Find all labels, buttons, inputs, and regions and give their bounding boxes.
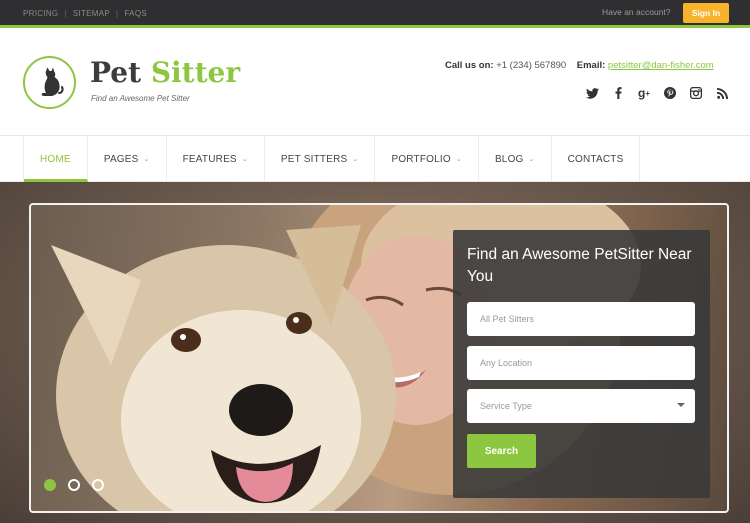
search-button[interactable]: Search: [467, 434, 536, 468]
nav-label: PORTFOLIO: [391, 153, 451, 165]
faqs-link[interactable]: FAQS: [124, 9, 147, 18]
nav-menu: HOME PAGES ⌄ FEATURES ⌄ PET SITTERS ⌄ PORTF…: [23, 136, 641, 182]
service-type-select[interactable]: Service Type: [467, 389, 695, 423]
chevron-down-icon: ⌄: [455, 156, 462, 163]
service-type-value: Service Type: [480, 401, 532, 411]
slider-dot-3[interactable]: [92, 479, 104, 491]
nav-item-pet-sitters[interactable]: PET SITTERS ⌄: [265, 136, 376, 182]
google-plus-icon[interactable]: g +: [631, 85, 657, 101]
caret-down-icon: [677, 403, 685, 407]
search-title: Find an Awesome PetSitter Near You: [467, 246, 692, 285]
separator: |: [116, 9, 119, 18]
twitter-icon[interactable]: [579, 85, 605, 101]
site-header: Pet Sitter Find an Awesome Pet Sitter Ca…: [0, 31, 750, 136]
separator: |: [64, 9, 67, 18]
logo-word-sitter: Sitter: [150, 56, 241, 89]
logo-cat-icon[interactable]: [23, 56, 76, 109]
nav-label: PAGES: [103, 153, 139, 165]
chevron-down-icon: ⌄: [241, 156, 248, 163]
nav-label: CONTACTS: [567, 153, 624, 165]
chevron-down-icon: ⌄: [528, 156, 535, 163]
main-nav: HOME PAGES ⌄ FEATURES ⌄ PET SITTERS ⌄ PORTF…: [0, 136, 750, 182]
pricing-link[interactable]: PRICING: [23, 9, 58, 18]
sign-in-button[interactable]: Sign In: [683, 3, 729, 23]
chevron-down-icon: ⌄: [352, 156, 359, 163]
pet-sitters-input[interactable]: All Pet Sitters: [467, 302, 695, 336]
phone-number: +1 (234) 567890: [496, 60, 567, 71]
location-placeholder: Any Location: [480, 358, 533, 368]
top-links: PRICING | SITEMAP | FAQS: [23, 9, 147, 18]
nav-item-features[interactable]: FEATURES ⌄: [167, 136, 265, 182]
nav-item-blog[interactable]: BLOG ⌄: [479, 136, 552, 182]
top-bar: PRICING | SITEMAP | FAQS Have an account…: [0, 0, 750, 28]
location-input[interactable]: Any Location: [467, 346, 695, 380]
contact-info: Call us on: +1 (234) 567890 Email: petsi…: [445, 60, 714, 71]
have-account-text: Have an account?: [602, 7, 671, 17]
nav-label: FEATURES: [182, 153, 237, 165]
search-panel: Find an Awesome PetSitter Near You All P…: [453, 230, 710, 498]
email-link[interactable]: petsitter@dan-fisher.com: [608, 60, 714, 71]
chevron-down-icon: ⌄: [143, 156, 150, 163]
nav-item-portfolio[interactable]: PORTFOLIO ⌄: [375, 136, 479, 182]
social-links: g +: [579, 85, 735, 101]
pet-sitters-placeholder: All Pet Sitters: [480, 314, 535, 324]
logo-title[interactable]: Pet Sitter: [90, 58, 240, 88]
nav-item-home[interactable]: HOME: [24, 136, 88, 182]
logo-word-pet: Pet: [90, 56, 142, 89]
slider-dot-1[interactable]: [44, 479, 56, 491]
email-label: Email:: [576, 60, 606, 71]
nav-item-contacts[interactable]: CONTACTS: [552, 136, 641, 182]
nav-label: HOME: [40, 153, 71, 165]
nav-label: BLOG: [494, 153, 524, 165]
pinterest-icon[interactable]: [657, 85, 683, 101]
nav-item-pages[interactable]: PAGES ⌄: [88, 136, 167, 182]
nav-label: PET SITTERS: [280, 153, 348, 165]
facebook-icon[interactable]: [605, 85, 631, 101]
sitemap-link[interactable]: SITEMAP: [73, 9, 110, 18]
call-label: Call us on:: [445, 60, 494, 71]
tagline: Find an Awesome Pet Sitter: [91, 94, 190, 103]
instagram-icon[interactable]: [683, 85, 709, 101]
rss-icon[interactable]: [709, 85, 735, 101]
slider-dot-2[interactable]: [68, 479, 80, 491]
